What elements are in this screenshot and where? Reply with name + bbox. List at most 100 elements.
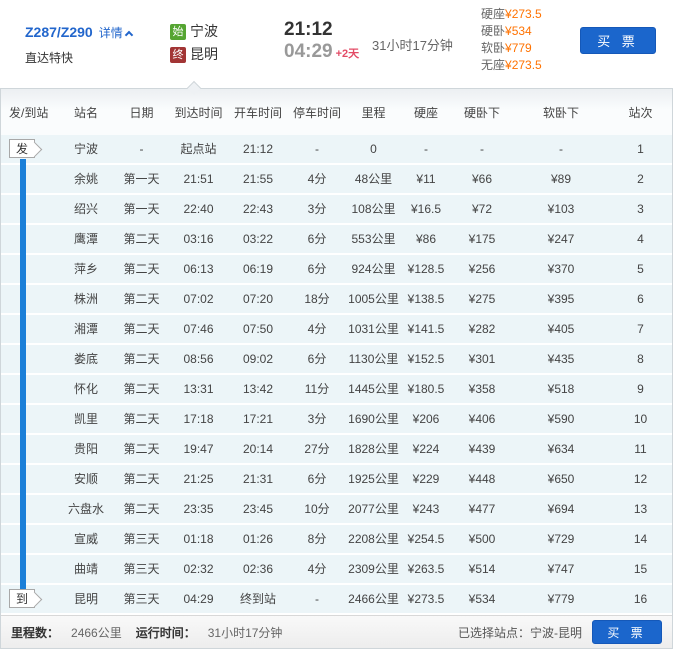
column-header: 发/到站 — [9, 105, 49, 120]
buy-ticket-button-footer[interactable]: 买 票 — [592, 620, 662, 644]
detail-label: 详情 — [98, 26, 123, 40]
cell-arrive-time: 02:32 — [183, 562, 214, 576]
column-header: 硬座 — [413, 105, 438, 120]
cell-depart-time: 17:21 — [242, 412, 274, 426]
cell-marker — [1, 315, 58, 343]
train-title-block: Z287/Z290 详情 直达特快 — [25, 23, 133, 66]
column-header: 站名 — [73, 105, 98, 120]
cell-marker — [1, 345, 58, 373]
cell-hard-seat-price: ¥138.5 — [407, 292, 445, 306]
cell-stop-number: 9 — [637, 382, 644, 396]
price-line: 硬座¥273.5 — [481, 6, 542, 23]
cell-marker — [1, 525, 58, 553]
cell-hard-sleeper-lower-price: ¥477 — [468, 502, 496, 516]
cell-depart-time: 07:20 — [242, 292, 274, 306]
cell-stop-number: 5 — [637, 262, 644, 276]
cell-soft-sleeper-lower-price: ¥370 — [547, 262, 575, 276]
stops-panel: 发/到站 站名 日期 到达时间 开车时间 停车时间 里程 硬座 硬卧下 软卧下 … — [0, 80, 673, 649]
cell-soft-sleeper-lower-price: ¥634 — [547, 442, 575, 456]
column-header: 开车时间 — [233, 105, 282, 120]
cell-marker: 到 — [1, 585, 58, 613]
cell-station: 余姚 — [73, 172, 98, 186]
table-row: 湘潭 第二天 07:46 07:50 4分 1031公里 ¥141.5 ¥282… — [1, 315, 672, 345]
summary-bar: 里程数： 2466公里 运行时间： 31小时17分钟 已选择站点：宁波-昆明 买… — [1, 615, 672, 648]
cell-marker — [1, 375, 58, 403]
cell-soft-sleeper-lower-price: ¥395 — [547, 292, 575, 306]
cell-hard-sleeper-lower-price: ¥256 — [468, 262, 496, 276]
cell-stop-duration: 8分 — [307, 532, 327, 546]
table-body: 发 宁波 - 起点站 21:12 - 0 - - - 1 余姚 第一天 21:5… — [1, 135, 672, 615]
cell-arrive-time: 21:51 — [183, 172, 214, 186]
end-station-icon: 终 — [170, 47, 186, 63]
table-row: 娄底 第二天 08:56 09:02 6分 1130公里 ¥152.5 ¥301… — [1, 345, 672, 375]
train-number-link[interactable]: Z287/Z290 — [25, 24, 93, 40]
cell-depart-time: 02:36 — [242, 562, 274, 576]
cell-date: 第三天 — [123, 562, 160, 576]
cell-date: 第二天 — [123, 472, 160, 486]
cell-hard-seat-price: ¥11 — [416, 172, 436, 186]
cell-stop-duration: 18分 — [304, 292, 330, 306]
cell-date: 第二天 — [123, 352, 160, 366]
runtime-value: 31小时17分钟 — [207, 625, 283, 640]
cell-mileage: 1130公里 — [348, 352, 399, 366]
cell-hard-seat-price: ¥16.5 — [410, 202, 442, 216]
cell-stop-duration: 27分 — [304, 442, 330, 456]
cell-depart-time: 22:43 — [242, 202, 274, 216]
cell-mileage: 924公里 — [351, 262, 396, 276]
price-line: 硬卧¥534 — [481, 23, 542, 40]
cell-soft-sleeper-lower-price: ¥590 — [547, 412, 575, 426]
cell-date: 第二天 — [123, 382, 160, 396]
cell-station: 株洲 — [73, 292, 98, 306]
buy-ticket-button[interactable]: 买 票 — [580, 27, 656, 54]
runtime-label: 运行时间： — [135, 625, 196, 640]
table-row: 余姚 第一天 21:51 21:55 4分 48公里 ¥11 ¥66 ¥89 2 — [1, 165, 672, 195]
cell-station: 凯里 — [73, 412, 98, 426]
cell-date: 第二天 — [123, 262, 160, 276]
end-station: 昆明 — [190, 46, 218, 62]
cell-hard-seat-price: ¥273.5 — [407, 592, 445, 606]
table-row: 贵阳 第二天 19:47 20:14 27分 1828公里 ¥224 ¥439 … — [1, 435, 672, 465]
seat-price: ¥534 — [505, 24, 532, 38]
table-row: 到 昆明 第三天 04:29 终到站 - 2466公里 ¥273.5 ¥534 … — [1, 585, 672, 615]
cell-hard-sleeper-lower-price: ¥439 — [468, 442, 496, 456]
cell-marker — [1, 225, 58, 253]
cell-depart-time: 21:31 — [242, 472, 274, 486]
cell-soft-sleeper-lower-price: ¥650 — [547, 472, 575, 486]
seat-price: ¥273.5 — [505, 7, 542, 21]
cell-mileage: 2309公里 — [348, 562, 399, 576]
cell-hard-seat-price: ¥86 — [415, 232, 437, 246]
cell-arrive-time: 22:40 — [183, 202, 214, 216]
cell-stop-duration: 10分 — [304, 502, 330, 516]
table-row: 发 宁波 - 起点站 21:12 - 0 - - - 1 — [1, 135, 672, 165]
cell-stop-duration: 4分 — [307, 172, 327, 186]
selected-stations: 已选择站点：宁波-昆明 — [458, 625, 582, 640]
detail-toggle[interactable]: 详情 — [98, 26, 133, 40]
chevron-up-icon — [124, 30, 133, 40]
cell-station: 鹰潭 — [73, 232, 98, 246]
cell-arrive-time: 03:16 — [183, 232, 214, 246]
cell-stop-duration: 6分 — [307, 232, 327, 246]
cell-depart-time: 06:19 — [242, 262, 274, 276]
cell-hard-seat-price: ¥141.5 — [407, 322, 445, 336]
cell-depart-time: 03:22 — [242, 232, 274, 246]
cell-soft-sleeper-lower-price: ¥247 — [547, 232, 575, 246]
cell-date: 第二天 — [123, 442, 160, 456]
mileage-value: 2466公里 — [71, 625, 122, 640]
cell-date: 第一天 — [123, 172, 160, 186]
column-header: 硬卧下 — [463, 105, 500, 120]
cell-stop-duration: 3分 — [307, 202, 327, 216]
cell-soft-sleeper-lower-price: ¥518 — [547, 382, 575, 396]
table-row: 萍乡 第二天 06:13 06:19 6分 924公里 ¥128.5 ¥256 … — [1, 255, 672, 285]
cell-stop-duration: - — [315, 142, 319, 156]
table-row: 绍兴 第一天 22:40 22:43 3分 108公里 ¥16.5 ¥72 ¥1… — [1, 195, 672, 225]
cell-station: 曲靖 — [73, 562, 98, 576]
cell-depart-time: 21:55 — [242, 172, 274, 186]
price-line: 软卧¥779 — [481, 40, 542, 57]
cell-hard-seat-price: ¥254.5 — [407, 532, 445, 546]
cell-arrive-time: 21:25 — [183, 472, 214, 486]
time-block: 21:12 04:29 +2天 — [284, 19, 359, 65]
cell-soft-sleeper-lower-price: ¥729 — [547, 532, 575, 546]
cell-hard-seat-price: ¥180.5 — [407, 382, 445, 396]
column-header: 到达时间 — [174, 105, 223, 120]
cell-mileage: 0 — [370, 142, 377, 156]
